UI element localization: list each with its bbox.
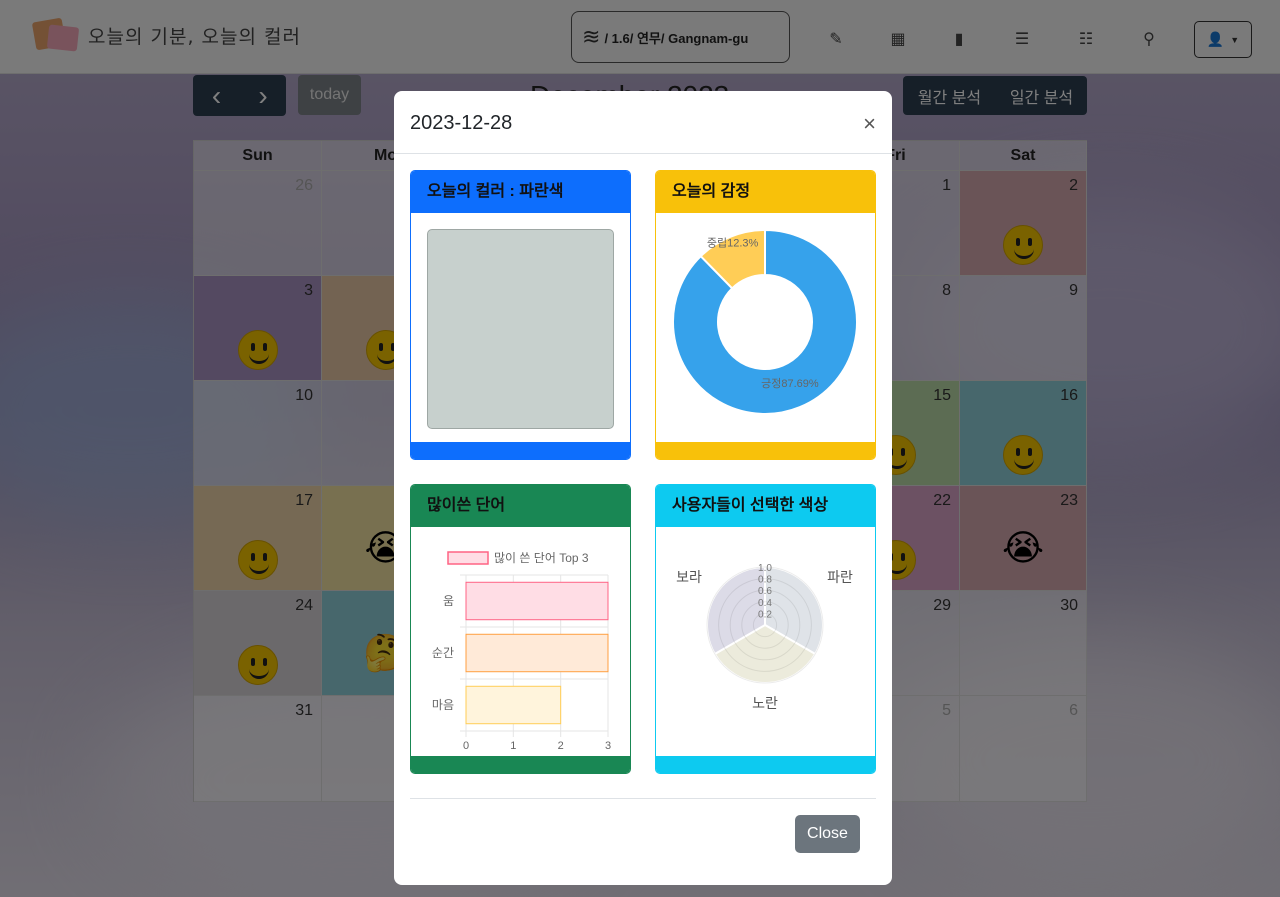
today-color-card: 오늘의 컬러 : 파란색 (410, 170, 631, 460)
slice-data-label: 긍정87.69% (761, 377, 819, 390)
modal-footer-divider (410, 798, 876, 799)
user-colors-card: 사용자들이 선택한 색상 0.2 0.4 0.6 0.8 1.0 파란노란 보라 (655, 484, 876, 774)
card-footer (656, 442, 875, 459)
color-swatch (427, 229, 614, 429)
daily-analysis-modal: 2023-12-28 × 오늘의 컬러 : 파란색 오늘의 감정 긍정87.69… (394, 91, 892, 885)
today-emotion-header: 오늘의 감정 (656, 171, 875, 213)
radial-tick-label: 0.2 (758, 609, 772, 620)
today-color-body (411, 213, 630, 443)
legend-label: 많이 쓴 단어 Top 3 (494, 551, 589, 565)
top-words-header: 많이쓴 단어 (411, 485, 630, 527)
modal-header: 2023-12-28 × (394, 91, 892, 154)
x-tick-label: 3 (605, 740, 611, 752)
user-colors-polar-chart: 0.20.40.60.81.0 파란노란 보라 (676, 563, 853, 711)
slice-data-label: 중립12.3% (707, 236, 759, 249)
category-label: 순간 (432, 646, 454, 660)
bar (465, 685, 562, 725)
category-label: 움 (443, 594, 454, 608)
top-words-card: 많이쓴 단어 많이 쓴 단어 Top 3 0 1 2 3 움순간마음 (410, 484, 631, 774)
today-emotion-card: 오늘의 감정 긍정87.69% 중립12.3% (655, 170, 876, 460)
category-label: 마음 (432, 698, 454, 712)
card-footer (411, 442, 630, 459)
polar-axis-label: 노란 (752, 695, 778, 711)
polar-axis-label: 보라 (676, 569, 702, 585)
card-footer (411, 756, 630, 773)
radial-tick-label: 0.6 (758, 586, 772, 597)
close-button[interactable]: Close (795, 815, 860, 853)
radial-tick-label: 0.8 (758, 575, 772, 586)
polar-axis-label: 파란 (827, 569, 853, 585)
emotion-doughnut-chart: 긍정87.69% 중립12.3% (672, 228, 858, 415)
close-icon[interactable]: × (863, 111, 876, 137)
x-tick-label: 0 (463, 740, 469, 752)
x-tick-label: 1 (510, 740, 516, 752)
user-colors-header: 사용자들이 선택한 색상 (656, 485, 875, 527)
user-colors-body: 0.2 0.4 0.6 0.8 1.0 파란노란 보라 (656, 527, 875, 757)
top-words-bar-chart: 많이 쓴 단어 Top 3 0 1 2 3 움순간마음 (432, 551, 611, 752)
radial-tick-label: 0.4 (758, 598, 772, 609)
card-footer (656, 756, 875, 773)
legend-swatch (447, 551, 489, 565)
radial-tick-label: 1.0 (758, 563, 772, 574)
x-tick-label: 2 (558, 740, 564, 752)
bar (465, 633, 609, 673)
today-color-header: 오늘의 컬러 : 파란색 (411, 171, 630, 213)
top-words-body: 많이 쓴 단어 Top 3 0 1 2 3 움순간마음 (411, 527, 630, 757)
bar (465, 581, 609, 621)
today-emotion-body: 긍정87.69% 중립12.3% (656, 213, 875, 443)
modal-title: 2023-12-28 (410, 112, 513, 134)
